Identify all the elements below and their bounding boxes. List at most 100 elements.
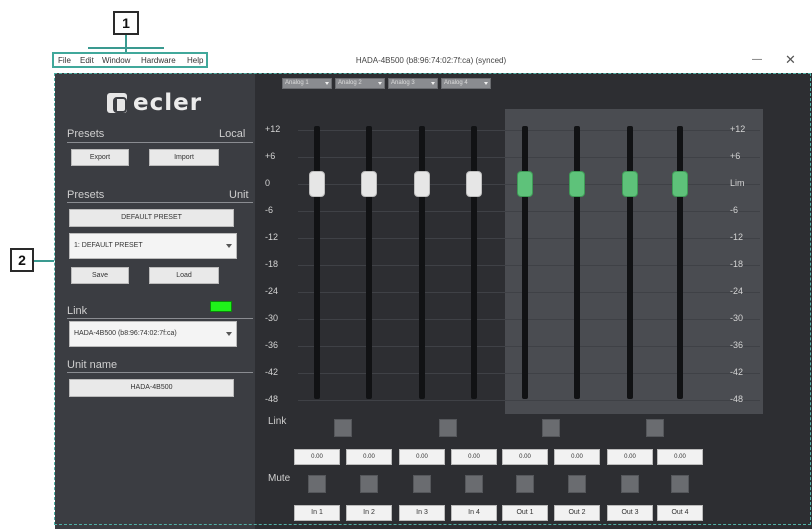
- channel-name[interactable]: Out 1: [502, 505, 548, 521]
- scale-label-right: -36: [730, 340, 744, 350]
- minimize-button[interactable]: —: [752, 54, 762, 65]
- gain-value[interactable]: 0.00: [554, 449, 600, 465]
- tab-label: Analog 2: [338, 80, 362, 86]
- gain-value[interactable]: 0.00: [294, 449, 340, 465]
- mute-button[interactable]: [568, 475, 586, 493]
- gain-value[interactable]: 0.00: [657, 449, 703, 465]
- fader-handle[interactable]: [361, 171, 377, 197]
- gain-value[interactable]: 0.00: [607, 449, 653, 465]
- screenshot-root: 1 2 File Edit Window Hardware Help HADA-…: [0, 0, 812, 529]
- close-button[interactable]: ✕: [785, 52, 796, 68]
- divider: [67, 142, 253, 143]
- brand-name: ecler: [133, 90, 203, 116]
- scale-label-right: -48: [730, 394, 744, 404]
- save-button[interactable]: Save: [71, 267, 129, 284]
- scale-label-right: -18: [730, 259, 744, 269]
- scale-label-left: +12: [265, 124, 281, 134]
- fader-handle[interactable]: [309, 171, 325, 197]
- fader-track: [522, 126, 528, 399]
- import-button[interactable]: Import: [149, 149, 219, 166]
- scale-label-left: +6: [265, 151, 276, 161]
- divider: [67, 372, 253, 373]
- sidebar: ecler Presets Local Export Import Preset…: [55, 73, 255, 529]
- link-device-select[interactable]: HADA-4B500 (b8:96:74:02:7f:ca): [69, 321, 237, 347]
- callout-2: 2: [10, 248, 34, 272]
- chevron-down-icon: [431, 82, 435, 85]
- fader-handle[interactable]: [672, 171, 688, 197]
- app-window: ecler Presets Local Export Import Preset…: [55, 73, 812, 529]
- mute-button[interactable]: [621, 475, 639, 493]
- presets-unit-scope: Unit: [229, 189, 249, 201]
- divider: [67, 318, 253, 319]
- channel-name[interactable]: In 1: [294, 505, 340, 521]
- callout-2-connector: [34, 260, 54, 262]
- link-toggle-3-4[interactable]: [439, 419, 457, 437]
- tab-analog-1[interactable]: Analog 1: [282, 78, 332, 89]
- presets-local-scope: Local: [219, 128, 246, 140]
- tab-label: Analog 4: [444, 80, 468, 86]
- fader-track: [314, 126, 320, 399]
- chevron-down-icon: [484, 82, 488, 85]
- link-toggle-out-1-2[interactable]: [542, 419, 560, 437]
- preset-select[interactable]: 1: DEFAULT PRESET: [69, 233, 237, 259]
- scale-label-right: +12: [730, 124, 746, 134]
- fader-handle[interactable]: [466, 171, 482, 197]
- unit-name-field[interactable]: HADA-4B500: [69, 379, 234, 397]
- fader-handle[interactable]: [569, 171, 585, 197]
- gain-value[interactable]: 0.00: [399, 449, 445, 465]
- callout-1: 1: [113, 11, 139, 35]
- scale-label-left: -24: [265, 286, 279, 296]
- fader-handle[interactable]: [517, 171, 533, 197]
- menu-highlight-frame: [52, 52, 208, 68]
- scale-label-left: -36: [265, 340, 279, 350]
- export-button[interactable]: Export: [71, 149, 129, 166]
- load-button[interactable]: Load: [149, 267, 219, 284]
- tab-analog-4[interactable]: Analog 4: [441, 78, 491, 89]
- scale-label-left: -30: [265, 313, 279, 323]
- tab-label: Analog 1: [285, 80, 309, 86]
- scale-label-right: -6: [730, 205, 739, 215]
- mixer-panel: Analog 1 Analog 2 Analog 3 Analog 4 Link…: [255, 73, 812, 529]
- scale-label-left: -48: [265, 394, 279, 404]
- channel-name[interactable]: In 2: [346, 505, 392, 521]
- scale-label-right: -12: [730, 232, 744, 242]
- presets-local-label: Presets: [67, 128, 105, 140]
- mute-button[interactable]: [671, 475, 689, 493]
- callout-1-bracket: [88, 47, 164, 49]
- mute-button[interactable]: [308, 475, 326, 493]
- mute-button[interactable]: [465, 475, 483, 493]
- ecler-logo-icon: [107, 93, 127, 113]
- scale-label-left: -18: [265, 259, 279, 269]
- mute-row-label: Mute: [268, 473, 291, 484]
- scale-label-right: -24: [730, 286, 744, 296]
- mute-button[interactable]: [360, 475, 378, 493]
- channel-name[interactable]: Out 2: [554, 505, 600, 521]
- channel-name[interactable]: In 4: [451, 505, 497, 521]
- fader-handle[interactable]: [622, 171, 638, 197]
- output-section-background: [505, 109, 763, 414]
- fader-track: [627, 126, 633, 399]
- channel-name[interactable]: Out 4: [657, 505, 703, 521]
- tab-label: Analog 3: [391, 80, 415, 86]
- gain-value[interactable]: 0.00: [346, 449, 392, 465]
- chevron-down-icon: [378, 82, 382, 85]
- current-preset-field[interactable]: DEFAULT PRESET: [69, 209, 234, 227]
- callout-1-connector: [125, 35, 127, 52]
- chevron-down-icon: [226, 244, 232, 248]
- tab-analog-2[interactable]: Analog 2: [335, 78, 385, 89]
- fader-handle[interactable]: [414, 171, 430, 197]
- link-label: Link: [67, 305, 88, 317]
- tab-analog-3[interactable]: Analog 3: [388, 78, 438, 89]
- gain-value[interactable]: 0.00: [451, 449, 497, 465]
- link-row-label: Link: [268, 416, 287, 427]
- channel-name[interactable]: Out 3: [607, 505, 653, 521]
- link-device-value: HADA-4B500 (b8:96:74:02:7f:ca): [74, 330, 177, 337]
- fader-track: [677, 126, 683, 399]
- link-toggle-1-2[interactable]: [334, 419, 352, 437]
- gain-value[interactable]: 0.00: [502, 449, 548, 465]
- scale-label-left: -6: [265, 205, 274, 215]
- link-toggle-out-3-4[interactable]: [646, 419, 664, 437]
- mute-button[interactable]: [413, 475, 431, 493]
- mute-button[interactable]: [516, 475, 534, 493]
- channel-name[interactable]: In 3: [399, 505, 445, 521]
